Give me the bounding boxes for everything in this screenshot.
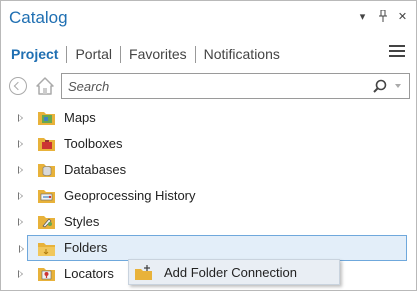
expand-arrow-icon[interactable] — [18, 270, 23, 278]
pane-title: Catalog — [9, 8, 68, 27]
navigation-row — [9, 73, 410, 99]
search-box — [61, 73, 410, 99]
tab-favorites[interactable]: Favorites — [127, 46, 189, 62]
context-menu-item-label: Add Folder Connection — [164, 265, 297, 280]
expand-arrow-icon[interactable] — [18, 192, 23, 200]
tab-project[interactable]: Project — [9, 46, 60, 62]
window-controls: ▾ ✕ — [357, 9, 408, 25]
databases-folder-icon — [38, 162, 55, 177]
tab-divider — [66, 45, 68, 63]
toolboxes-folder-icon — [38, 136, 55, 151]
close-icon[interactable]: ✕ — [397, 10, 408, 25]
styles-folder-icon — [38, 214, 55, 229]
search-input[interactable] — [68, 77, 358, 95]
expand-arrow-icon[interactable] — [18, 218, 23, 226]
pane-titlebar: Catalog ▾ ✕ — [1, 1, 416, 35]
search-icon[interactable] — [373, 79, 387, 93]
context-menu: Add Folder Connection — [128, 259, 340, 285]
tree-item-label: Toolboxes — [64, 136, 123, 151]
tree-item-maps[interactable]: Maps — [1, 105, 416, 131]
folders-icon — [38, 241, 55, 256]
tab-portal[interactable]: Portal — [73, 46, 114, 62]
locators-folder-icon — [38, 266, 55, 281]
tree-item-geoprocessing-history[interactable]: Geoprocessing History — [1, 183, 416, 209]
expand-arrow-icon[interactable] — [18, 114, 23, 122]
options-dropdown-icon[interactable]: ▾ — [357, 10, 368, 25]
tab-divider — [120, 45, 122, 63]
expand-arrow-icon[interactable] — [18, 140, 23, 148]
hamburger-menu-icon[interactable] — [389, 45, 405, 59]
home-icon[interactable] — [35, 76, 55, 96]
tab-notifications[interactable]: Notifications — [202, 46, 282, 62]
search-options-chevron-icon[interactable] — [395, 84, 401, 88]
tree-item-toolboxes[interactable]: Toolboxes — [1, 131, 416, 157]
tree-item-label: Databases — [64, 162, 127, 177]
expand-arrow-icon[interactable] — [18, 166, 23, 174]
context-menu-item-add-folder-connection[interactable]: Add Folder Connection — [129, 260, 339, 284]
tree-item-label: Locators — [64, 266, 114, 281]
tree-item-styles[interactable]: Styles — [1, 209, 416, 235]
tree-item-label: Maps — [64, 110, 96, 125]
back-arrow-icon[interactable] — [9, 77, 27, 95]
tree-item-label: Folders — [64, 240, 108, 255]
geoprocessing-history-icon — [38, 188, 55, 203]
tree-item-databases[interactable]: Databases — [1, 157, 416, 183]
pin-icon[interactable] — [377, 9, 388, 25]
add-folder-connection-icon — [135, 265, 152, 280]
catalog-pane: Catalog ▾ ✕ Project Portal Favorites Not… — [0, 0, 417, 291]
tree-item-folders[interactable]: Folders — [19, 235, 407, 261]
tree-item-label: Styles — [64, 214, 100, 229]
tree-item-label: Geoprocessing History — [64, 188, 196, 203]
catalog-tabs: Project Portal Favorites Notifications — [9, 44, 282, 64]
tab-divider — [194, 45, 196, 63]
expand-arrow-icon[interactable] — [19, 245, 24, 253]
maps-folder-icon — [38, 110, 55, 125]
